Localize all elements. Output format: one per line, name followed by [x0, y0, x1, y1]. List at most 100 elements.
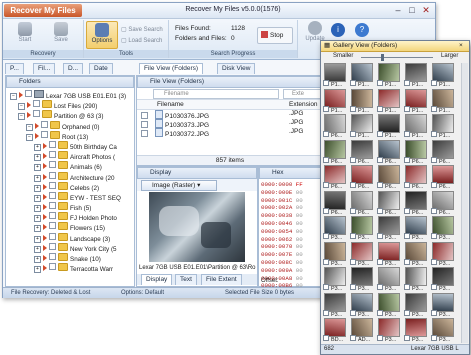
- thumbnail-checkbox[interactable]: [350, 284, 356, 290]
- thumbnail-label[interactable]: P1...: [404, 105, 426, 114]
- expand-icon[interactable]: +: [34, 174, 41, 182]
- expand-icon[interactable]: −: [26, 133, 33, 141]
- thumbnail-label[interactable]: P3...: [431, 309, 453, 318]
- load-search-button[interactable]: ▢ Load Search: [121, 37, 162, 46]
- tree-item[interactable]: + Terracotta Warr: [10, 263, 134, 274]
- thumbnail-checkbox[interactable]: [323, 131, 329, 137]
- expand-icon[interactable]: +: [34, 225, 41, 233]
- thumbnail-label[interactable]: P1...: [431, 105, 453, 114]
- thumbnail-checkbox[interactable]: [431, 233, 437, 239]
- tab-display[interactable]: Display: [141, 274, 173, 285]
- thumbnail-checkbox[interactable]: [377, 156, 383, 163]
- thumbnail-checkbox[interactable]: [323, 105, 329, 112]
- thumbnail-checkbox[interactable]: [404, 207, 410, 214]
- tree-checkbox[interactable]: [49, 222, 56, 230]
- thumbnail-label[interactable]: P6...: [404, 182, 426, 190]
- thumbnail-label[interactable]: AD...: [350, 335, 372, 343]
- thumbnail-label[interactable]: P3...: [404, 258, 426, 267]
- tab-filetype[interactable]: Fil...: [33, 63, 56, 74]
- thumbnail-checkbox[interactable]: [431, 80, 437, 86]
- tree-checkbox[interactable]: [49, 140, 56, 148]
- thumbnail-label[interactable]: P3...: [404, 233, 426, 241]
- tree-item[interactable]: + Aircraft Photos (: [10, 151, 134, 162]
- row-checkbox[interactable]: [141, 112, 148, 119]
- thumbnail-checkbox[interactable]: [431, 335, 437, 341]
- expand-icon[interactable]: +: [34, 256, 41, 263]
- thumbnail-label[interactable]: P3...: [323, 258, 345, 267]
- thumbnail-checkbox[interactable]: [323, 182, 329, 188]
- col-extension[interactable]: Extension: [289, 101, 318, 108]
- tree-checkbox[interactable]: [49, 242, 56, 250]
- thumbnail-checkbox[interactable]: [350, 156, 356, 163]
- thumbnail-label[interactable]: P6...: [323, 156, 345, 165]
- thumbnail-checkbox[interactable]: [323, 233, 329, 239]
- thumbnail-label[interactable]: P1...: [323, 105, 345, 114]
- row-checkbox[interactable]: [141, 130, 148, 137]
- tree-item[interactable]: + EYW - TEST SEQ: [10, 191, 134, 202]
- thumbnail-label[interactable]: P3...: [431, 258, 453, 267]
- thumbnail-checkbox[interactable]: [404, 335, 410, 341]
- info-icon[interactable]: i: [331, 23, 345, 37]
- thumbnail-checkbox[interactable]: [431, 182, 437, 188]
- tree-item[interactable]: + Animals (6): [10, 161, 134, 172]
- thumbnail-label[interactable]: P3...: [404, 335, 426, 343]
- tree-checkbox[interactable]: [49, 263, 56, 271]
- close-icon[interactable]: ✕: [419, 5, 433, 16]
- save-button[interactable]: Save: [47, 21, 75, 48]
- tree-checkbox[interactable]: [49, 212, 56, 220]
- tab-file-view[interactable]: File View (Folders): [139, 63, 204, 74]
- thumbnail-checkbox[interactable]: [404, 105, 410, 112]
- thumbnail-label[interactable]: P6...: [323, 207, 345, 216]
- expand-icon[interactable]: +: [34, 235, 41, 243]
- zoom-slider-thumb[interactable]: [381, 54, 384, 61]
- thumbnail-checkbox[interactable]: [323, 80, 329, 86]
- thumbnail-label[interactable]: P1...: [431, 80, 453, 88]
- minimize-icon[interactable]: –: [391, 5, 405, 16]
- thumbnail-label[interactable]: P1...: [404, 131, 426, 139]
- thumbnail-label[interactable]: P6...: [431, 156, 453, 165]
- tree-item[interactable]: + Flowers (15): [10, 222, 134, 233]
- thumbnail-checkbox[interactable]: [377, 105, 383, 112]
- thumbnail-label[interactable]: P6...: [350, 156, 372, 165]
- thumbnail-checkbox[interactable]: [404, 233, 410, 239]
- thumbnail-checkbox[interactable]: [350, 105, 356, 112]
- thumbnail-label[interactable]: P3...: [431, 335, 453, 343]
- thumbnail-label[interactable]: P6...: [404, 207, 426, 216]
- thumbnail-label[interactable]: P6...: [323, 131, 345, 139]
- expand-icon[interactable]: +: [34, 266, 41, 274]
- table-row[interactable]: P1030376.JPG .JPG: [137, 110, 323, 120]
- thumbnail-label[interactable]: P1...: [350, 105, 372, 114]
- thumbnail-checkbox[interactable]: [404, 182, 410, 188]
- thumbnail-checkbox[interactable]: [323, 156, 329, 163]
- tree-checkbox[interactable]: [49, 151, 56, 159]
- tree-item[interactable]: + Snake (10): [10, 253, 134, 263]
- thumbnail-checkbox[interactable]: [323, 207, 329, 214]
- thumbnail-checkbox[interactable]: [377, 233, 383, 239]
- tree-checkbox[interactable]: [33, 110, 40, 118]
- thumbnail-checkbox[interactable]: [404, 309, 410, 316]
- tree-checkbox[interactable]: [49, 232, 56, 240]
- thumbnail-label[interactable]: P3...: [377, 258, 399, 267]
- thumbnail-checkbox[interactable]: [350, 80, 356, 86]
- thumbnail-checkbox[interactable]: [377, 182, 383, 188]
- thumbnail-label[interactable]: P1...: [350, 80, 372, 88]
- thumbnail-checkbox[interactable]: [350, 335, 356, 341]
- tab-partition[interactable]: P...: [5, 63, 24, 74]
- thumbnail-checkbox[interactable]: [377, 258, 383, 265]
- thumbnail-label[interactable]: P6...: [404, 156, 426, 165]
- thumbnail-label[interactable]: P3...: [350, 309, 372, 318]
- expand-icon[interactable]: +: [34, 215, 41, 223]
- tree-item[interactable]: +50th Birthday Ca: [10, 140, 134, 151]
- thumbnail-checkbox[interactable]: [377, 335, 383, 341]
- table-row[interactable]: P1030373.JPG .JPG: [137, 119, 323, 129]
- thumbnail-label[interactable]: P6...: [323, 182, 345, 190]
- tree-item[interactable]: + Celebs (2): [10, 181, 134, 192]
- thumbnail-checkbox[interactable]: [431, 258, 437, 265]
- expand-icon[interactable]: +: [34, 194, 41, 202]
- thumbnail-checkbox[interactable]: [323, 309, 329, 316]
- tree-item[interactable]: − Lexar 7GB USB E01.E01 (3): [10, 90, 134, 100]
- thumbnail-checkbox[interactable]: [431, 284, 437, 290]
- thumbnail-checkbox[interactable]: [350, 309, 356, 316]
- tree-item[interactable]: + Fish (5): [10, 202, 134, 213]
- thumbnail-label[interactable]: P3...: [350, 284, 372, 292]
